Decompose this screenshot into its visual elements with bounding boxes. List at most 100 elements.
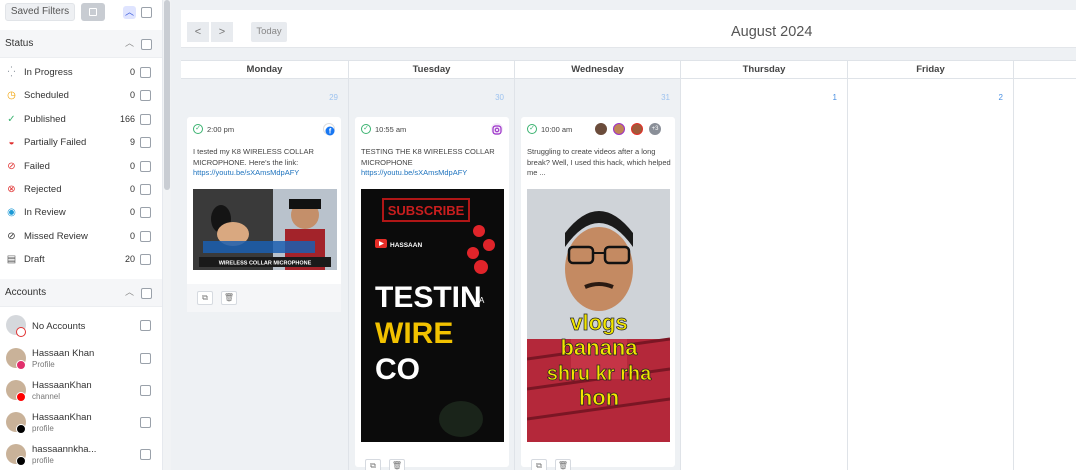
duplicate-button[interactable]: ⧉	[197, 291, 213, 305]
account-filter-item[interactable]: hassaannkha... profile	[0, 438, 162, 470]
status-checkbox[interactable]	[140, 113, 151, 125]
account-name: HassaanKhan	[32, 380, 92, 391]
account-filter-item[interactable]: No Accounts	[0, 309, 162, 341]
sidebar-scrollbar[interactable]	[163, 0, 171, 470]
post-card[interactable]: ✓ 10:00 am +3 Struggling to create video…	[521, 117, 675, 467]
status-checkbox[interactable]	[140, 254, 151, 266]
post-thumbnail: SUBSCRIBE HASSAAN TESTIN A WIRE CO	[361, 189, 504, 442]
post-thumbnail: vlogs banana shru kr rha hon	[527, 189, 670, 442]
facebook-icon: f	[325, 126, 335, 136]
status-count: 0	[129, 160, 135, 171]
account-filter-item[interactable]: HassaanKhan profile	[0, 406, 162, 438]
account-type: Profile	[32, 360, 55, 369]
day-header: Monday	[181, 61, 348, 79]
day-cell[interactable]: 31 ✓ 10:00 am +3 Struggling to create vi…	[515, 79, 680, 470]
delete-button[interactable]: 🗑	[389, 459, 405, 470]
account-name: HassaanKhan	[32, 412, 92, 423]
status-title: Status	[5, 38, 34, 49]
account-checkbox[interactable]	[140, 353, 151, 364]
status-filter-item[interactable]: ⊘ Missed Review 0	[0, 225, 162, 248]
status-checkbox[interactable]	[140, 90, 151, 102]
thumbnail-line4: hon	[579, 385, 619, 410]
status-filter-item[interactable]: ⊗ Rejected 0	[0, 178, 162, 201]
day-header: Wednesday	[515, 61, 680, 79]
status-checkbox[interactable]	[140, 67, 151, 78]
status-count: 0	[129, 207, 135, 218]
status-checkbox[interactable]	[140, 184, 151, 195]
clock-icon: ◷	[7, 90, 16, 102]
more-accounts-badge[interactable]: +3	[649, 123, 661, 135]
status-count: 20	[124, 254, 135, 265]
day-column-partial	[1014, 61, 1076, 470]
published-check-icon: ✓	[361, 124, 371, 134]
status-select-all-checkbox[interactable]	[141, 39, 152, 50]
spinner-icon: ⁛	[7, 67, 16, 78]
account-name: hassaannkha...	[32, 444, 97, 455]
post-thumbnail: WIRELESS COLLAR MICROPHONE	[193, 189, 337, 270]
post-time: 10:00 am	[541, 125, 573, 134]
day-cell[interactable]: 29 ✓ 2:00 pm f I tested my K8 WIRELESS C…	[181, 79, 348, 470]
status-count: 0	[129, 67, 135, 77]
account-checkbox[interactable]	[140, 417, 151, 428]
account-checkbox[interactable]	[140, 320, 151, 331]
status-checkbox[interactable]	[140, 160, 151, 172]
status-checkbox[interactable]	[140, 137, 151, 149]
check-circle-icon: ✓	[7, 113, 16, 125]
status-label: Draft	[24, 254, 45, 266]
day-cell[interactable]	[1014, 79, 1076, 470]
status-filter-item[interactable]: ◉ In Review 0	[0, 201, 162, 224]
day-cell[interactable]: 1	[681, 79, 847, 470]
account-checkbox[interactable]	[140, 385, 151, 396]
filter-preset-button[interactable]	[81, 3, 105, 21]
day-number: 1	[832, 93, 837, 102]
status-checkbox[interactable]	[140, 207, 151, 219]
day-cell[interactable]: 30 ✓ 10:55 am TESTING THE K8 WIRELESS CO…	[349, 79, 514, 470]
week-grid: Monday 29 ✓ 2:00 pm f I tested my K8 WIR…	[181, 60, 1076, 470]
account-avatar	[613, 123, 625, 135]
select-all-checkbox[interactable]	[141, 7, 152, 18]
duplicate-button[interactable]: ⧉	[365, 459, 381, 470]
duplicate-button[interactable]: ⧉	[531, 459, 547, 470]
chevron-up-icon[interactable]: ︿	[123, 6, 136, 19]
post-card[interactable]: ✓ 10:55 am TESTING THE K8 WIRELESS COLLA…	[355, 117, 509, 467]
status-filter-item[interactable]: ⊘ Failed 0	[0, 155, 162, 178]
status-filter-item[interactable]: ⁛ In Progress 0	[0, 61, 162, 84]
day-column-wednesday: Wednesday 31 ✓ 10:00 am +3 Struggling to…	[515, 61, 681, 470]
status-checkbox[interactable]	[140, 230, 151, 242]
account-filter-item[interactable]: HassaanKhan channel	[0, 374, 162, 406]
chevron-up-icon[interactable]: ︿	[123, 286, 136, 299]
delete-button[interactable]: 🗑	[221, 291, 237, 305]
saved-filters-button[interactable]: Saved Filters	[5, 3, 75, 21]
account-filter-item[interactable]: Hassaan Khan Profile	[0, 342, 162, 374]
rejected-icon: ⊗	[7, 184, 16, 195]
status-filter-item[interactable]: ◷ Scheduled 0	[0, 84, 162, 107]
delete-button[interactable]: 🗑	[555, 459, 571, 470]
accounts-select-all-checkbox[interactable]	[141, 288, 152, 299]
chevron-up-icon[interactable]: ︿	[123, 37, 136, 50]
calendar-toolbar: < > Today August 2024	[181, 10, 1076, 48]
day-cell[interactable]: 2	[848, 79, 1013, 470]
post-link[interactable]: https://youtu.be/sXAmsMdpAFY	[193, 168, 299, 177]
account-checkbox[interactable]	[140, 449, 151, 460]
post-card[interactable]: ✓ 2:00 pm f I tested my K8 WIRELESS COLL…	[187, 117, 341, 312]
post-actions: ⧉ 🗑	[355, 457, 509, 470]
status-label: Missed Review	[24, 230, 88, 242]
day-column-tuesday: Tuesday 30 ✓ 10:55 am TESTING THE K8 WIR…	[349, 61, 515, 470]
account-name: Hassaan Khan	[32, 348, 95, 359]
status-filter-item[interactable]: ▤ Draft 20	[0, 248, 162, 271]
status-filter-item[interactable]: ✓ Published 166	[0, 108, 162, 131]
post-link[interactable]: https://youtu.be/sXAmsMdpAFY	[361, 168, 467, 177]
status-filter-item[interactable]: ◒ Partially Failed 9	[0, 131, 162, 154]
platform-badge-icon	[16, 456, 26, 466]
accounts-section-header[interactable]: Accounts ︿	[0, 279, 162, 307]
month-title: August 2024	[731, 24, 813, 40]
scrollbar-thumb[interactable]	[164, 0, 170, 190]
today-button[interactable]: Today	[251, 22, 287, 42]
platform-badge-icon	[16, 360, 26, 370]
prev-month-button[interactable]: <	[187, 22, 209, 42]
status-section-header[interactable]: Status ︿	[0, 30, 162, 58]
status-label: Published	[24, 113, 66, 125]
thumbnail-channel-text: HASSAAN	[390, 242, 422, 249]
next-month-button[interactable]: >	[211, 22, 233, 42]
half-circle-icon: ◒	[8, 137, 15, 149]
